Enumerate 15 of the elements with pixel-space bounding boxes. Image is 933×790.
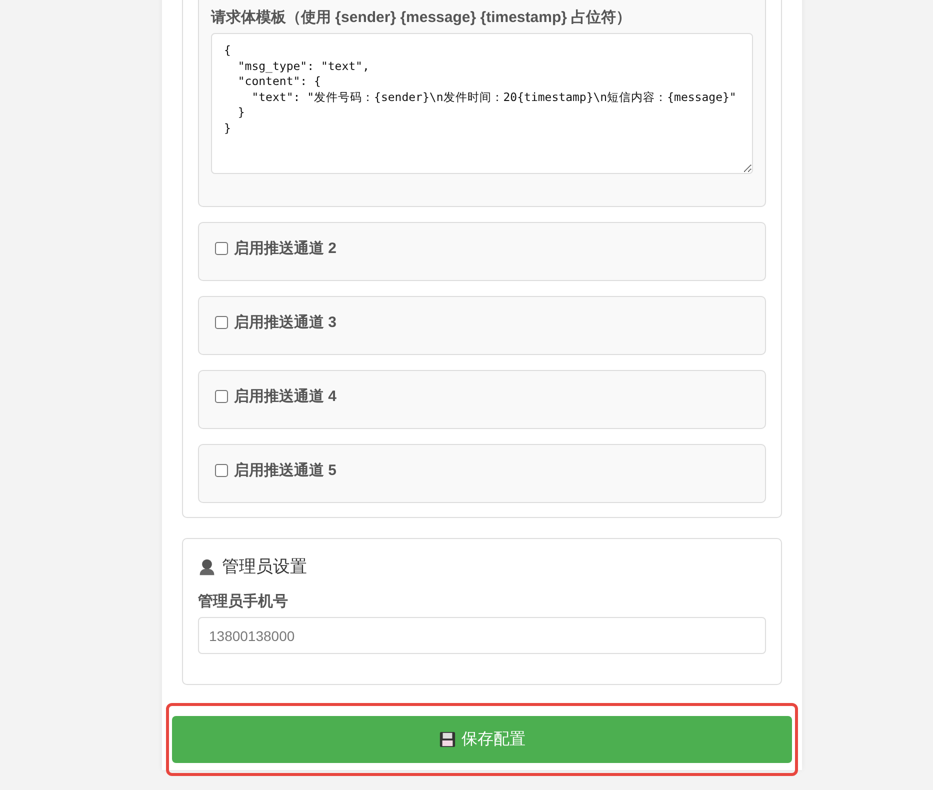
channel-checkbox[interactable] [215, 242, 228, 255]
section-title: 管理员设置 [222, 556, 307, 578]
channel-label: 启用推送通道 2 [234, 239, 337, 258]
template-label: 请求体模板（使用 {sender} {message} {timestamp} 占位符） [211, 8, 632, 27]
channel-checkbox[interactable] [215, 390, 228, 403]
channel-label: 启用推送通道 4 [234, 387, 337, 406]
phone-label: 管理员手机号 [198, 592, 288, 611]
channel-label: 启用推送通道 3 [234, 313, 337, 332]
phone-field[interactable]: 13800138000 [198, 617, 766, 654]
channel-label: 启用推送通道 5 [234, 461, 337, 480]
channel-checkbox[interactable] [215, 316, 228, 329]
floppy-icon [438, 731, 456, 748]
template-field[interactable]: { "msg_type": "text", "content": { "text": "发件号码：{sender}\n发件时间：20{timestamp}\n短信内容：{message}" } } [211, 33, 753, 174]
channel-checkbox[interactable] [215, 464, 228, 477]
person-icon [198, 558, 216, 576]
